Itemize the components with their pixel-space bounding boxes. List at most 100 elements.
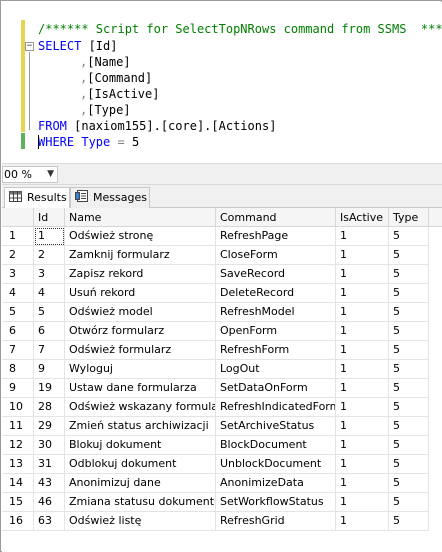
row-number[interactable]: 3 [2,265,34,284]
cell-type[interactable]: 5 [389,455,429,474]
cell-type[interactable]: 5 [389,398,429,417]
cell-command[interactable]: RefreshModel [216,303,336,322]
zoom-dropdown[interactable]: 00 % ▼ [2,166,58,183]
table-row[interactable]: 10 28 Odśwież wskazany formularz RefreshInd… [2,398,442,417]
cell-name[interactable]: Usuń rekord [65,284,216,303]
row-number[interactable]: 1 [2,227,34,246]
cell-type[interactable]: 5 [389,493,429,512]
row-number-header[interactable] [2,208,34,227]
collapse-toggle-icon[interactable]: − [25,42,34,51]
cell-isactive[interactable]: 1 [336,455,389,474]
cell-type[interactable]: 5 [389,417,429,436]
row-number[interactable]: 5 [2,303,34,322]
cell-name[interactable]: Zmiana statusu dokumentu [65,493,216,512]
row-number[interactable]: 9 [2,379,34,398]
cell-command[interactable]: RefreshForm [216,341,336,360]
row-number[interactable]: 11 [2,417,34,436]
cell-id[interactable]: 5 [34,303,65,322]
cell-isactive[interactable]: 1 [336,303,389,322]
cell-id[interactable]: 7 [34,341,65,360]
cell-id[interactable]: 6 [34,322,65,341]
cell-isactive[interactable]: 1 [336,436,389,455]
cell-id[interactable]: 1 [34,227,65,246]
cell-name[interactable]: Zamknij formularz [65,246,216,265]
cell-name[interactable]: Odśwież model [65,303,216,322]
table-row[interactable]: 4 4 Usuń rekord DeleteRecord 1 5 [2,284,442,303]
cell-name[interactable]: Odśwież formularz [65,341,216,360]
cell-type[interactable]: 5 [389,227,429,246]
column-header-id[interactable]: Id [34,208,65,227]
cell-type[interactable]: 5 [389,512,429,531]
cell-name[interactable]: Wyloguj [65,360,216,379]
tab-messages[interactable]: Messages [70,187,150,208]
cell-command[interactable]: SetDataOnForm [216,379,336,398]
column-header-command[interactable]: Command [216,208,336,227]
cell-isactive[interactable]: 1 [336,417,389,436]
table-row[interactable]: 12 30 Blokuj dokument BlockDocument 1 5 [2,436,442,455]
cell-id[interactable]: 28 [34,398,65,417]
cell-command[interactable]: OpenForm [216,322,336,341]
cell-type[interactable]: 5 [389,284,429,303]
cell-id[interactable]: 19 [34,379,65,398]
cell-command[interactable]: CloseForm [216,246,336,265]
table-row[interactable]: 11 29 Zmień status archiwizacji SetArchiveS… [2,417,442,436]
row-number[interactable]: 2 [2,246,34,265]
table-row[interactable]: 1 1 Odśwież stronę RefreshPage 1 5 [2,227,442,246]
table-row[interactable]: 5 5 Odśwież model RefreshModel 1 5 [2,303,442,322]
table-row[interactable]: 9 19 Ustaw dane formularza SetDataOnForm 1 5 [2,379,442,398]
table-row[interactable]: 13 31 Odblokuj dokument UnblockDocument 1 5 [2,455,442,474]
cell-name[interactable]: Otwórz formularz [65,322,216,341]
table-row[interactable]: 6 6 Otwórz formularz OpenForm 1 5 [2,322,442,341]
cell-id[interactable]: 29 [34,417,65,436]
cell-id[interactable]: 43 [34,474,65,493]
cell-id[interactable]: 30 [34,436,65,455]
row-number[interactable]: 14 [2,474,34,493]
cell-type[interactable]: 5 [389,265,429,284]
cell-name[interactable]: Anonimizuj dane [65,474,216,493]
cell-isactive[interactable]: 1 [336,227,389,246]
row-number[interactable]: 13 [2,455,34,474]
cell-isactive[interactable]: 1 [336,398,389,417]
row-number[interactable]: 6 [2,322,34,341]
table-row[interactable]: 15 46 Zmiana statusu dokumentu SetWorkflowS… [2,493,442,512]
cell-isactive[interactable]: 1 [336,512,389,531]
results-grid[interactable]: Id Name Command IsActive Type 1 1 Odśwież … [2,208,442,552]
cell-command[interactable]: RefreshPage [216,227,336,246]
cell-isactive[interactable]: 1 [336,379,389,398]
column-header-isactive[interactable]: IsActive [336,208,389,227]
cell-command[interactable]: DeleteRecord [216,284,336,303]
cell-type[interactable]: 5 [389,322,429,341]
row-number[interactable]: 8 [2,360,34,379]
cell-id[interactable]: 3 [34,265,65,284]
cell-command[interactable]: SetWorkflowStatus [216,493,336,512]
sql-editor[interactable]: − /****** Script for SelectTopNRows comm… [2,2,442,163]
cell-id[interactable]: 46 [34,493,65,512]
cell-name[interactable]: Blokuj dokument [65,436,216,455]
table-row[interactable]: 2 2 Zamknij formularz CloseForm 1 5 [2,246,442,265]
row-number[interactable]: 12 [2,436,34,455]
cell-name[interactable]: Ustaw dane formularza [65,379,216,398]
column-header-type[interactable]: Type [389,208,429,227]
cell-isactive[interactable]: 1 [336,246,389,265]
cell-type[interactable]: 5 [389,436,429,455]
cell-isactive[interactable]: 1 [336,284,389,303]
cell-name[interactable]: Odblokuj dokument [65,455,216,474]
cell-id[interactable]: 9 [34,360,65,379]
tab-results[interactable]: Results [4,187,70,209]
cell-name[interactable]: Odśwież stronę [65,227,216,246]
cell-command[interactable]: SetArchiveStatus [216,417,336,436]
cell-isactive[interactable]: 1 [336,474,389,493]
cell-name[interactable]: Odśwież wskazany formularz [65,398,216,417]
table-row[interactable]: 8 9 Wyloguj LogOut 1 5 [2,360,442,379]
table-row[interactable]: 16 63 Odśwież listę RefreshGrid 1 5 [2,512,442,531]
row-number[interactable]: 7 [2,341,34,360]
cell-type[interactable]: 5 [389,379,429,398]
cell-command[interactable]: SaveRecord [216,265,336,284]
cell-isactive[interactable]: 1 [336,265,389,284]
cell-name[interactable]: Zmień status archiwizacji [65,417,216,436]
row-number[interactable]: 4 [2,284,34,303]
cell-name[interactable]: Zapisz rekord [65,265,216,284]
cell-id[interactable]: 2 [34,246,65,265]
column-header-name[interactable]: Name [65,208,216,227]
cell-command[interactable]: UnblockDocument [216,455,336,474]
